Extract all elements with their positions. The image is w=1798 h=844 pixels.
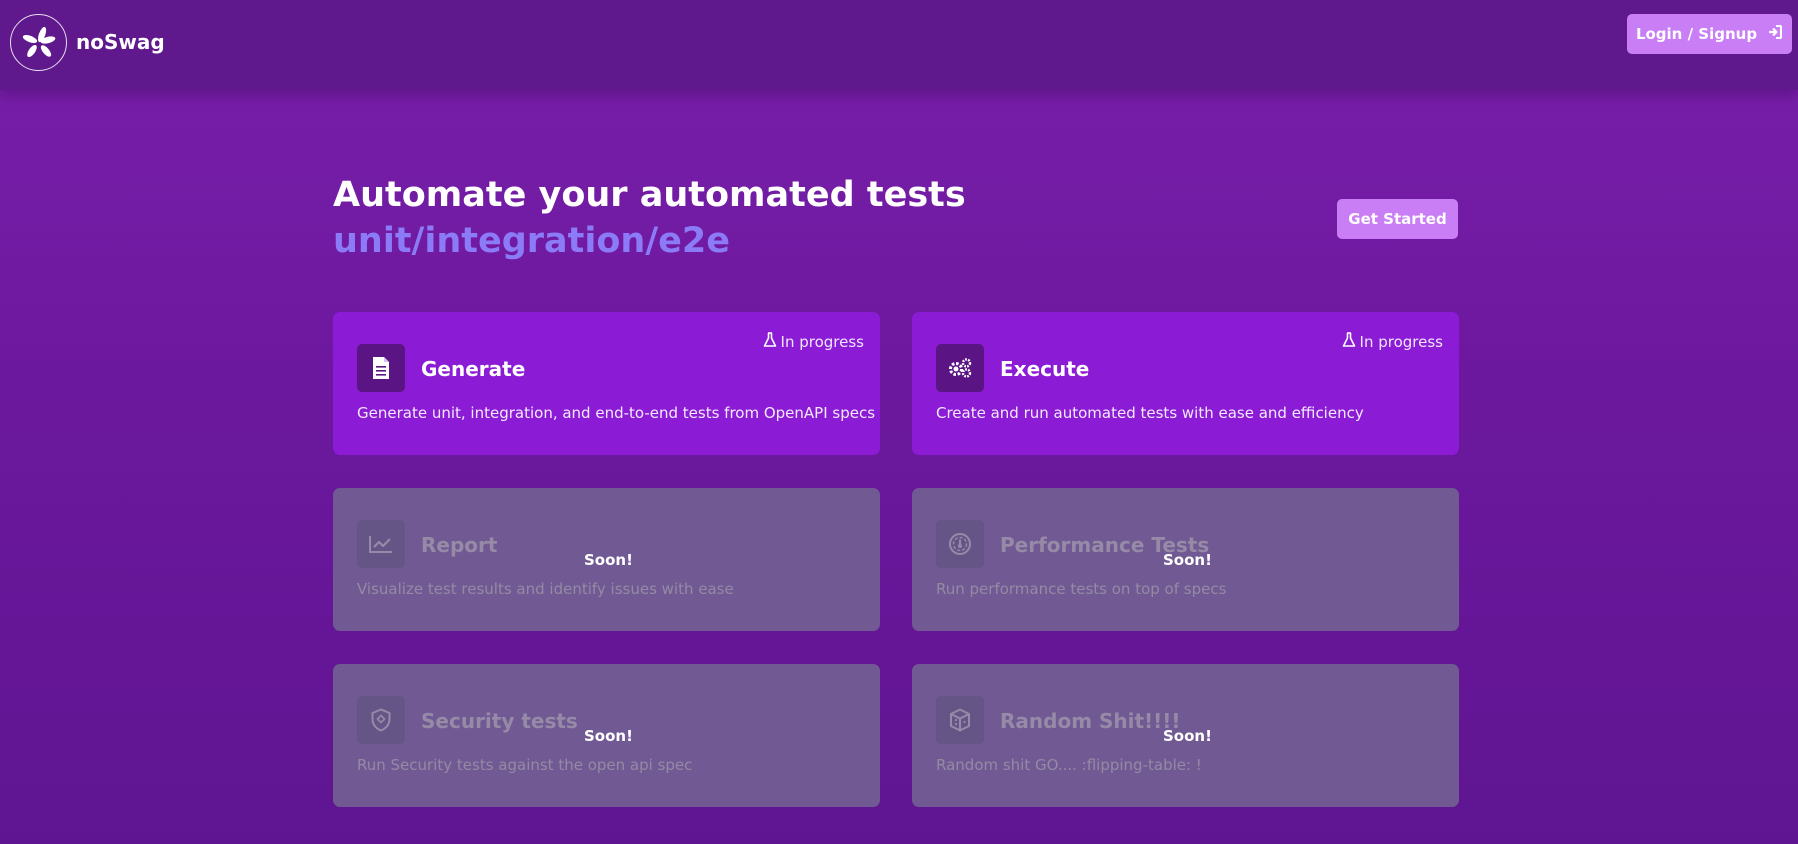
soon-label: Soon!	[1163, 551, 1212, 569]
card-description: Visualize test results and identify issu…	[357, 580, 734, 598]
gauge-icon	[936, 520, 984, 568]
status-badge: In progress	[1342, 332, 1443, 352]
document-icon	[357, 344, 405, 392]
page-title: Automate your automated tests	[333, 175, 966, 215]
soon-label: Soon!	[584, 551, 633, 569]
login-signup-label: Login / Signup	[1635, 25, 1758, 43]
card-title: Execute	[1000, 357, 1090, 381]
soon-label: Soon!	[1163, 727, 1212, 745]
flask-icon	[1342, 332, 1356, 352]
cube-icon	[936, 696, 984, 744]
status-badge: In progress	[763, 332, 864, 352]
page-subtitle: unit/integration/e2e	[333, 221, 730, 261]
feature-card-random: Random Shit!!!! Random shit GO.... :flip…	[912, 664, 1459, 807]
chart-line-icon	[357, 520, 405, 568]
brand-name[interactable]: noSwag	[76, 30, 165, 54]
login-signup-button[interactable]: Login / Signup	[1627, 14, 1792, 54]
get-started-button[interactable]: Get Started	[1337, 199, 1458, 239]
feature-card-execute[interactable]: Execute Create and run automated tests w…	[912, 312, 1459, 455]
card-description: Run performance tests on top of specs	[936, 580, 1227, 598]
feature-card-security-tests: Security tests Run Security tests agains…	[333, 664, 880, 807]
feature-card-generate[interactable]: Generate Generate unit, integration, and…	[333, 312, 880, 455]
shield-icon	[357, 696, 405, 744]
sign-in-icon	[1767, 24, 1783, 44]
card-description: Random shit GO.... :flipping-table: !	[936, 756, 1202, 774]
gears-icon	[936, 344, 984, 392]
card-description: Run Security tests against the open api …	[357, 756, 693, 774]
flower-logo-icon[interactable]	[10, 14, 67, 71]
feature-card-report: Report Visualize test results and identi…	[333, 488, 880, 631]
top-navbar: noSwag Login / Signup	[0, 0, 1798, 90]
card-description: Generate unit, integration, and end-to-e…	[357, 404, 876, 422]
card-title: Report	[421, 533, 498, 557]
soon-label: Soon!	[584, 727, 633, 745]
status-text: In progress	[1359, 333, 1443, 351]
status-text: In progress	[780, 333, 864, 351]
card-title: Generate	[421, 357, 526, 381]
card-title: Random Shit!!!!	[1000, 709, 1181, 733]
card-description: Create and run automated tests with ease…	[936, 404, 1364, 422]
flask-icon	[763, 332, 777, 352]
card-title: Security tests	[421, 709, 578, 733]
feature-card-performance-tests: Performance Tests Run performance tests …	[912, 488, 1459, 631]
